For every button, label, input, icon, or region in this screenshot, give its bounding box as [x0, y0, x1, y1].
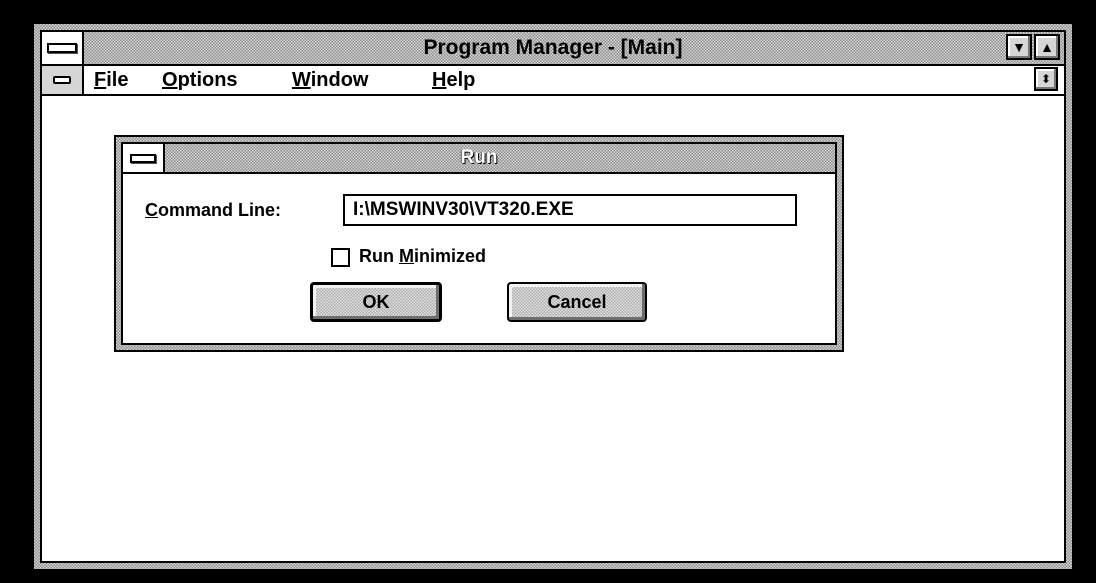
maximize-arrow-icon: ▲: [1040, 39, 1054, 55]
command-line-label: Command Line:: [145, 200, 282, 220]
dialog-title: Run: [460, 147, 498, 168]
run-dialog-body: Run Command Line: Run Minimized OK Cance…: [121, 142, 837, 345]
title-bar[interactable]: Program Manager - [Main] ▼ ▲: [42, 32, 1064, 66]
maximize-button[interactable]: ▲: [1034, 34, 1060, 60]
window-body: Program Manager - [Main] ▼ ▲ File Option…: [40, 30, 1066, 563]
menu-help[interactable]: Help: [432, 66, 475, 94]
document-system-menu-icon: [53, 76, 71, 84]
restore-button[interactable]: ⬍: [1034, 67, 1058, 91]
run-dialog: Run Command Line: Run Minimized OK Cance…: [114, 135, 844, 352]
menu-bar: File Options Window Help ⬍: [42, 66, 1064, 96]
window-title: Program Manager - [Main]: [423, 36, 683, 59]
program-manager-window: Program Manager - [Main] ▼ ▲ File Option…: [32, 22, 1074, 571]
restore-arrows-icon: ⬍: [1040, 72, 1052, 86]
menu-options[interactable]: Options: [162, 66, 238, 94]
run-minimized-label[interactable]: Run Minimized: [359, 246, 486, 267]
dialog-title-bar[interactable]: Run: [123, 144, 835, 174]
menu-window[interactable]: Window: [292, 66, 368, 94]
command-line-input[interactable]: [343, 194, 797, 226]
document-system-menu-button[interactable]: [42, 66, 84, 94]
minimize-arrow-icon: ▼: [1012, 39, 1026, 55]
ok-button[interactable]: OK: [310, 282, 442, 322]
menu-file[interactable]: File: [94, 66, 128, 94]
cancel-button[interactable]: Cancel: [507, 282, 647, 322]
run-minimized-checkbox[interactable]: [331, 248, 350, 267]
minimize-button[interactable]: ▼: [1006, 34, 1032, 60]
